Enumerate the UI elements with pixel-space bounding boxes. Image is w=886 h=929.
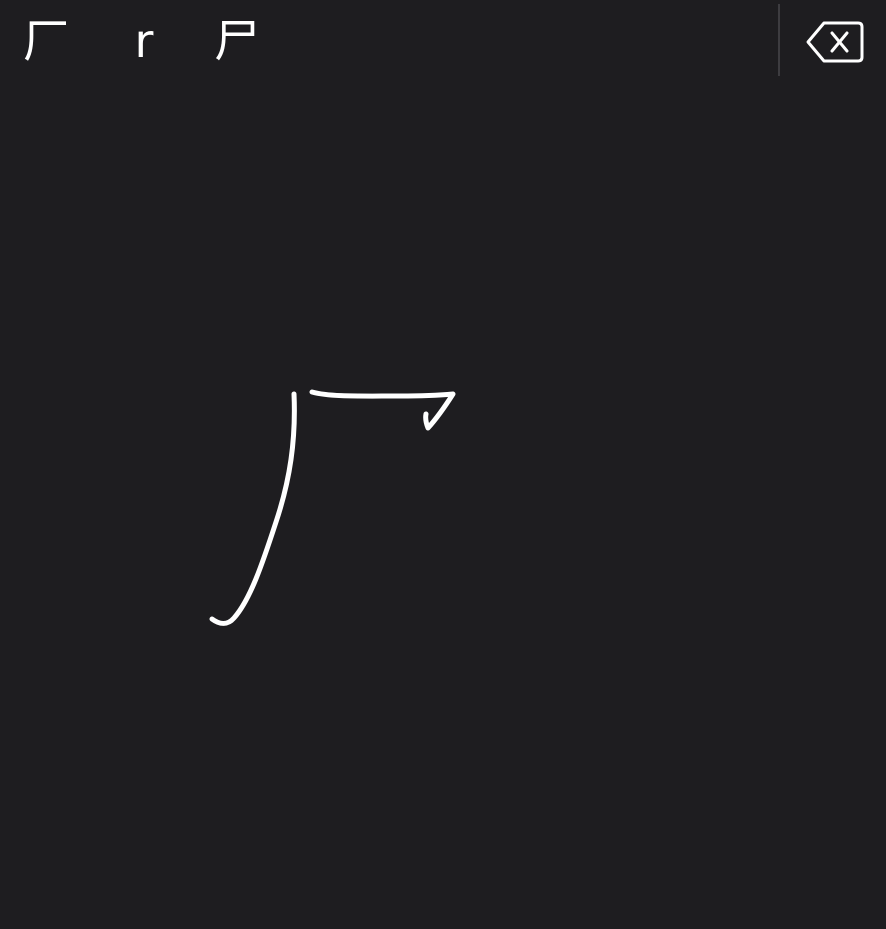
candidate-divider [778,4,780,76]
handwriting-stroke-2 [309,389,456,431]
backspace-icon [806,21,864,63]
candidate-1[interactable]: 厂 [10,8,82,74]
handwriting-stroke-1 [209,391,297,626]
candidate-bar: 厂 r 尸 [0,0,886,84]
candidate-2[interactable]: r [108,8,180,74]
candidate-3[interactable]: 尸 [201,8,273,74]
delete-button[interactable] [800,14,872,72]
handwriting-strokes [209,389,456,626]
handwriting-canvas[interactable] [0,84,886,929]
